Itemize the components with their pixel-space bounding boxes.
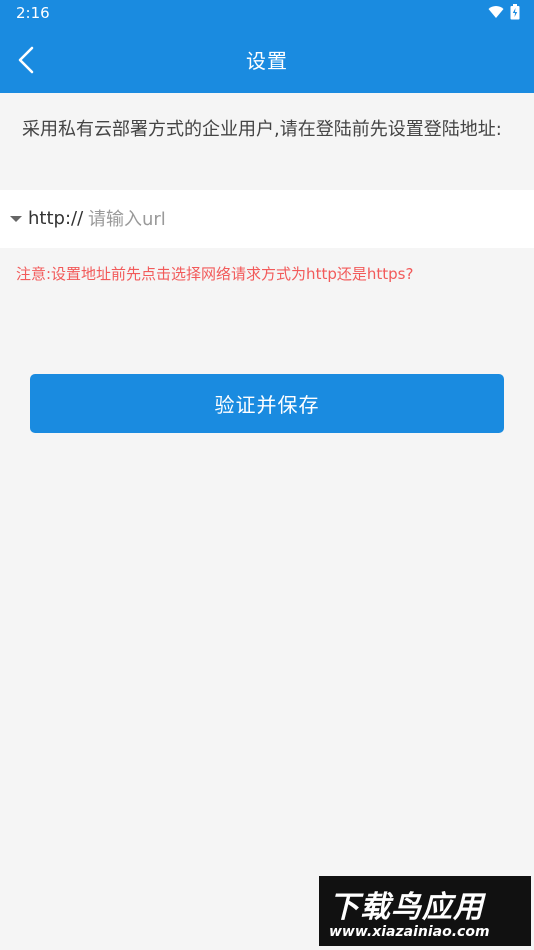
- intro-text: 采用私有云部署方式的企业用户,请在登陆前先设置登陆地址:: [22, 119, 502, 140]
- watermark-title: 下载鸟应用: [329, 890, 484, 925]
- watermark-url: www.xiazainiao.com: [329, 924, 490, 940]
- status-bar: 2:16: [0, 0, 534, 28]
- status-icons: [488, 4, 520, 20]
- protocol-label: http://: [28, 208, 84, 229]
- app-bar: 2:16 设置: [0, 0, 534, 93]
- caret-down-icon: [10, 215, 22, 222]
- status-time: 2:16: [16, 4, 50, 22]
- notice-text: 注意:设置地址前先点击选择网络请求方式为http还是https?: [16, 265, 414, 283]
- page-title: 设置: [246, 49, 288, 73]
- wifi-icon: [488, 6, 504, 19]
- url-input[interactable]: [86, 200, 510, 238]
- protocol-selector[interactable]: http://: [10, 208, 83, 229]
- watermark-logo: 下载鸟应用 www.xiazainiao.com: [319, 876, 531, 946]
- url-row: http://: [0, 190, 534, 248]
- battery-icon: [510, 4, 520, 20]
- verify-save-button[interactable]: 验证并保存: [30, 374, 504, 433]
